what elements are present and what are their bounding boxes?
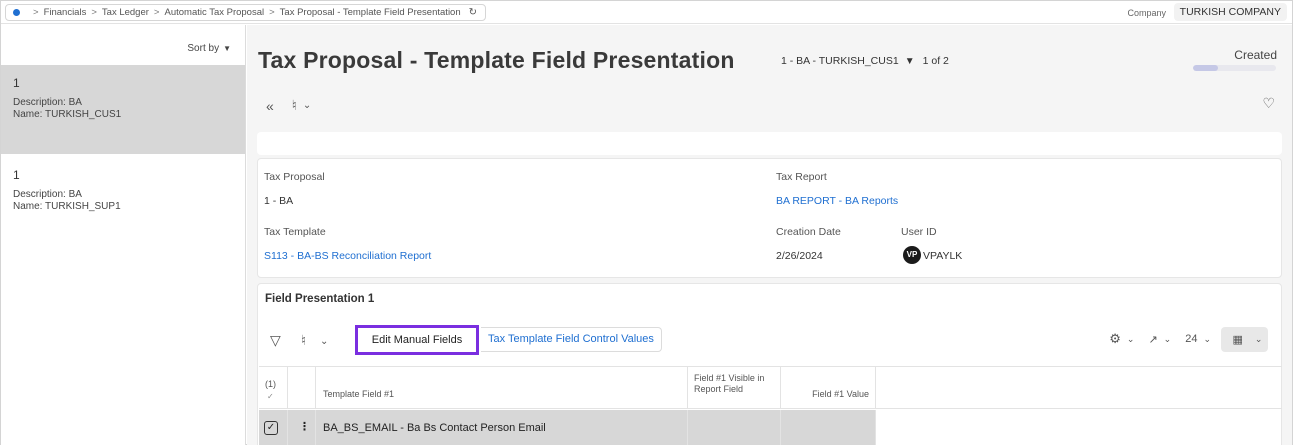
page-toolbar: « ♮ ⌄: [266, 97, 311, 114]
tax-proposal-value: 1 - BA: [264, 195, 294, 207]
chevron-down-icon[interactable]: ⌄: [1127, 334, 1135, 345]
tax-proposal-label: Tax Proposal: [264, 171, 325, 183]
tax-report-label: Tax Report: [776, 171, 827, 183]
tax-template-link[interactable]: S113 - BA-BS Reconciliation Report: [264, 250, 431, 262]
selected-count: (1): [265, 379, 276, 389]
list-item[interactable]: 1 Description: BA Name: TURKISH_CUS1: [1, 65, 245, 154]
app-window: > Financials > Tax Ledger > Automatic Ta…: [0, 0, 1293, 445]
record-position: 1 of 2: [922, 55, 949, 67]
status-progress-fill: [1193, 65, 1218, 71]
tax-template-field-control-values-button[interactable]: Tax Template Field Control Values: [481, 327, 662, 352]
record-list: Sort by ▼ 1 Description: BA Name: TURKISH…: [1, 25, 246, 445]
row-menu-cell[interactable]: ⋮: [288, 410, 316, 445]
breadcrumb-item-current: Tax Proposal - Template Field Presentati…: [279, 7, 461, 18]
row-menu-column: [288, 367, 316, 408]
chevron-down-icon: ▼: [223, 44, 231, 53]
list-item-name: Name: TURKISH_SUP1: [13, 201, 121, 212]
field-presentation-title: Field Presentation 1: [265, 293, 375, 305]
tax-template-label: Tax Template: [264, 226, 326, 238]
field-presentation-card: Field Presentation 1 ▽ ♮ ⌄ Edit Manual F…: [257, 283, 1282, 445]
template-field-value: BA_BS_EMAIL - Ba Bs Contact Person Email: [323, 422, 546, 434]
export-icon[interactable]: ↗: [1148, 333, 1157, 346]
list-item-number: 1: [13, 76, 20, 90]
breadcrumb-bar: > Financials > Tax Ledger > Automatic Ta…: [1, 1, 1292, 24]
row-select-cell[interactable]: ✓: [259, 410, 288, 445]
breadcrumb: > Financials > Tax Ledger > Automatic Ta…: [5, 4, 487, 21]
column-header-template-field[interactable]: Template Field #1: [316, 367, 688, 408]
company-label: Company: [1127, 8, 1166, 18]
column-header-visible-in-report[interactable]: Field #1 Visible in Report Field: [688, 367, 781, 408]
chevron-down-icon[interactable]: ⌄: [303, 100, 311, 111]
list-item-description: Description: BA: [13, 189, 82, 200]
table-grid-icon: ▦: [1232, 333, 1243, 346]
breadcrumb-item-financials[interactable]: Financials: [44, 7, 87, 18]
field-value-cell[interactable]: [781, 410, 876, 445]
header-card: [257, 132, 1282, 155]
column-header-label: Field #1 Value: [812, 389, 869, 399]
collapse-double-chevron-icon[interactable]: «: [266, 98, 274, 114]
settings-gear-icon[interactable]: ⚙: [1109, 331, 1121, 347]
sort-by-label: Sort by: [187, 43, 220, 54]
breadcrumb-separator: >: [91, 7, 97, 18]
refresh-icon[interactable]: ↻: [469, 7, 477, 18]
record-selector-value: 1 - BA - TURKISH_CUS1: [781, 55, 899, 67]
record-selector[interactable]: 1 - BA - TURKISH_CUS1 ▼ 1 of 2: [781, 55, 949, 67]
user-id-label: User ID: [901, 226, 937, 238]
bell-icon[interactable]: ♮: [301, 332, 306, 349]
select-all-column[interactable]: (1) ✓: [259, 367, 288, 408]
creation-date-value: 2/26/2024: [776, 250, 823, 262]
list-item-number: 1: [13, 168, 20, 182]
company-selector[interactable]: TURKISH COMPANY: [1173, 3, 1287, 21]
tax-report-link[interactable]: BA REPORT - BA Reports: [776, 195, 898, 207]
column-header-field-value[interactable]: Field #1 Value: [781, 367, 876, 408]
breadcrumb-separator: >: [33, 7, 39, 18]
list-item-name: Name: TURKISH_CUS1: [13, 109, 122, 120]
list-item[interactable]: 1 Description: BA Name: TURKISH_SUP1: [1, 157, 245, 246]
template-field-cell[interactable]: BA_BS_EMAIL - Ba Bs Contact Person Email: [316, 410, 688, 445]
list-item-description: Description: BA: [13, 97, 82, 108]
status-progress-bar: [1193, 65, 1276, 71]
detail-form: Tax Proposal 1 - BA Tax Report BA REPORT…: [257, 158, 1282, 278]
favorite-heart-icon[interactable]: ♡: [1262, 95, 1275, 112]
table-row[interactable]: ✓ ⋮ BA_BS_EMAIL - Ba Bs Contact Person E…: [259, 410, 1282, 445]
main-content: Tax Proposal - Template Field Presentati…: [247, 25, 1292, 445]
chevron-down-icon[interactable]: ⌄: [1164, 334, 1172, 345]
breadcrumb-separator: >: [269, 7, 275, 18]
page-size-selector[interactable]: 24: [1185, 333, 1197, 345]
home-dot-icon[interactable]: [13, 9, 20, 16]
page-title: Tax Proposal - Template Field Presentati…: [258, 47, 735, 73]
grid-toolbar-right: ⚙ ⌄ ↗ ⌄ 24 ⌄ ▦ ⌄: [1103, 325, 1268, 353]
visible-in-report-cell[interactable]: [688, 410, 781, 445]
breadcrumb-separator: >: [153, 7, 160, 18]
user-id-value: VPAYLK: [923, 250, 963, 262]
avatar: VP: [903, 246, 921, 264]
bell-icon[interactable]: ♮: [292, 97, 297, 114]
creation-date-label: Creation Date: [776, 226, 841, 238]
edit-manual-fields-button[interactable]: Edit Manual Fields: [355, 325, 479, 355]
table-view-toggle[interactable]: ▦ ⌄: [1221, 326, 1268, 352]
breadcrumb-item-automatic-tax-proposal[interactable]: Automatic Tax Proposal: [164, 7, 264, 18]
column-header-label: Template Field #1: [323, 389, 395, 399]
filter-icon[interactable]: ▽: [270, 332, 281, 349]
chevron-down-icon: ⌄: [1254, 333, 1263, 344]
caret-down-icon[interactable]: ▼: [905, 56, 915, 67]
check-icon: ✓: [267, 392, 274, 401]
grid-header: (1) ✓ Template Field #1 Field #1 Visible…: [259, 366, 1282, 409]
sort-by-button[interactable]: Sort by ▼: [187, 43, 231, 54]
breadcrumb-item-tax-ledger[interactable]: Tax Ledger: [102, 7, 149, 18]
checkbox-checked-icon[interactable]: ✓: [264, 421, 278, 435]
chevron-down-icon[interactable]: ⌄: [320, 336, 328, 347]
chevron-down-icon[interactable]: ⌄: [1203, 334, 1211, 345]
status-label: Created: [1234, 48, 1277, 62]
vertical-ellipsis-icon[interactable]: ⋮: [299, 420, 310, 433]
column-header-label: Field #1 Visible in Report Field: [694, 373, 765, 394]
